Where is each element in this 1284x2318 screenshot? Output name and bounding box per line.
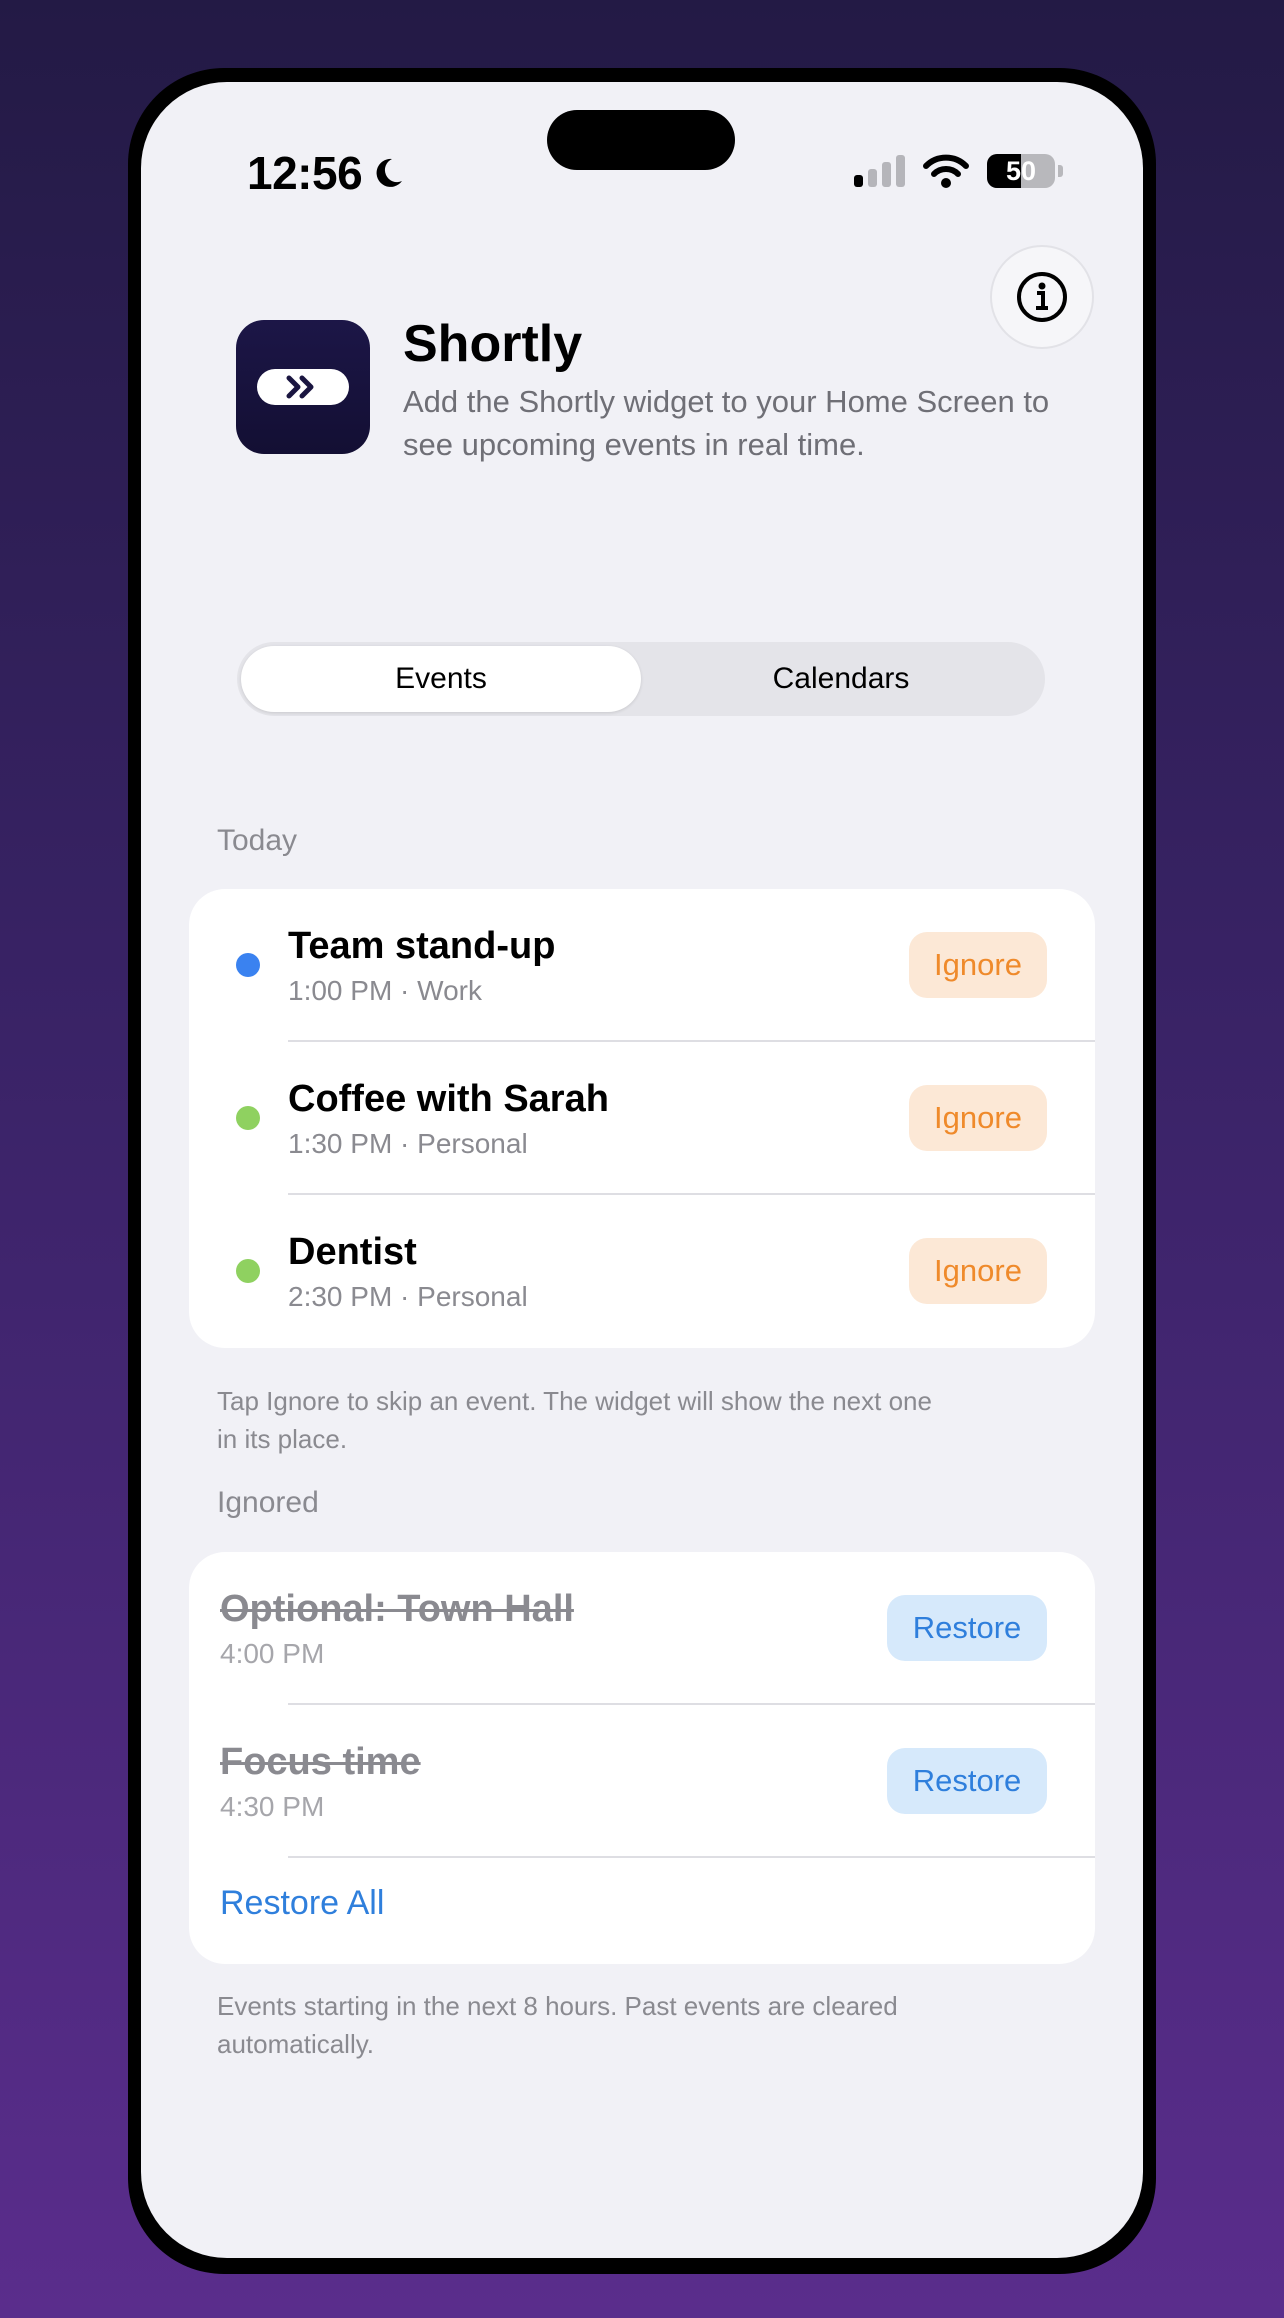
status-time-label: 12:56	[247, 147, 363, 199]
restore-button[interactable]: Restore	[887, 1595, 1047, 1661]
event-title: Coffee with Sarah	[288, 1078, 609, 1120]
today-events-card: Team stand-up 1:00 PM · Work Ignore Coff…	[189, 889, 1095, 1348]
ignored-footnote: Events starting in the next 8 hours. Pas…	[217, 1991, 898, 2059]
restore-all-row: Restore All	[189, 1858, 1095, 1964]
calendar-color-dot	[236, 953, 260, 977]
tab-calendars[interactable]: Calendars	[641, 646, 1041, 712]
info-icon	[1017, 272, 1067, 322]
battery-tip	[1058, 165, 1063, 177]
ignored-event-row[interactable]: Focus time 4:30 PM Restore	[189, 1705, 1095, 1858]
dynamic-island	[547, 110, 735, 170]
segmented-control: Events Calendars	[237, 642, 1045, 716]
app-title: Shortly	[403, 315, 583, 373]
restore-all-button[interactable]: Restore All	[220, 1884, 384, 1923]
status-time: 12:56	[247, 146, 406, 200]
ignore-button[interactable]: Ignore	[909, 1238, 1047, 1304]
event-subtitle: 4:00 PM	[220, 1638, 325, 1669]
screen: 12:56 50 Shortly Add the Shortly widget …	[141, 82, 1143, 2258]
event-row[interactable]: Coffee with Sarah 1:30 PM · Personal Ign…	[189, 1042, 1095, 1195]
info-button[interactable]	[990, 245, 1094, 349]
battery-icon: 50	[987, 154, 1055, 188]
cellular-signal-icon	[854, 155, 905, 187]
tab-events[interactable]: Events	[241, 646, 641, 712]
status-indicators: 50	[854, 154, 1063, 188]
ignore-button[interactable]: Ignore	[909, 1085, 1047, 1151]
event-row[interactable]: Team stand-up 1:00 PM · Work Ignore	[189, 889, 1095, 1042]
ignored-events-card: Optional: Town Hall 4:00 PM Restore Focu…	[189, 1552, 1095, 1964]
event-title: Focus time	[220, 1741, 421, 1783]
app-description: Add the Shortly widget to your Home Scre…	[403, 384, 1050, 462]
event-subtitle: 2:30 PM · Personal	[288, 1281, 528, 1312]
event-subtitle: 4:30 PM	[220, 1791, 325, 1822]
ignore-button[interactable]: Ignore	[909, 932, 1047, 998]
event-title: Dentist	[288, 1231, 417, 1273]
ignored-event-row[interactable]: Optional: Town Hall 4:00 PM Restore	[189, 1552, 1095, 1705]
wifi-icon	[923, 154, 969, 188]
section-header-today: Today	[217, 824, 298, 857]
restore-button[interactable]: Restore	[887, 1748, 1047, 1814]
today-footnote: Tap Ignore to skip an event. The widget …	[217, 1386, 932, 1454]
event-title: Optional: Town Hall	[220, 1588, 574, 1630]
battery-percent: 50	[1005, 155, 1037, 186]
event-row[interactable]: Dentist 2:30 PM · Personal Ignore	[189, 1195, 1095, 1348]
calendar-color-dot	[236, 1259, 260, 1283]
event-subtitle: 1:00 PM · Work	[288, 975, 482, 1006]
section-header-ignored: Ignored	[217, 1486, 319, 1519]
calendar-color-dot	[236, 1106, 260, 1130]
app-icon	[236, 320, 370, 454]
fast-forward-icon	[286, 375, 314, 399]
event-title: Team stand-up	[288, 925, 556, 967]
moon-icon	[376, 158, 403, 187]
event-subtitle: 1:30 PM · Personal	[288, 1128, 528, 1159]
